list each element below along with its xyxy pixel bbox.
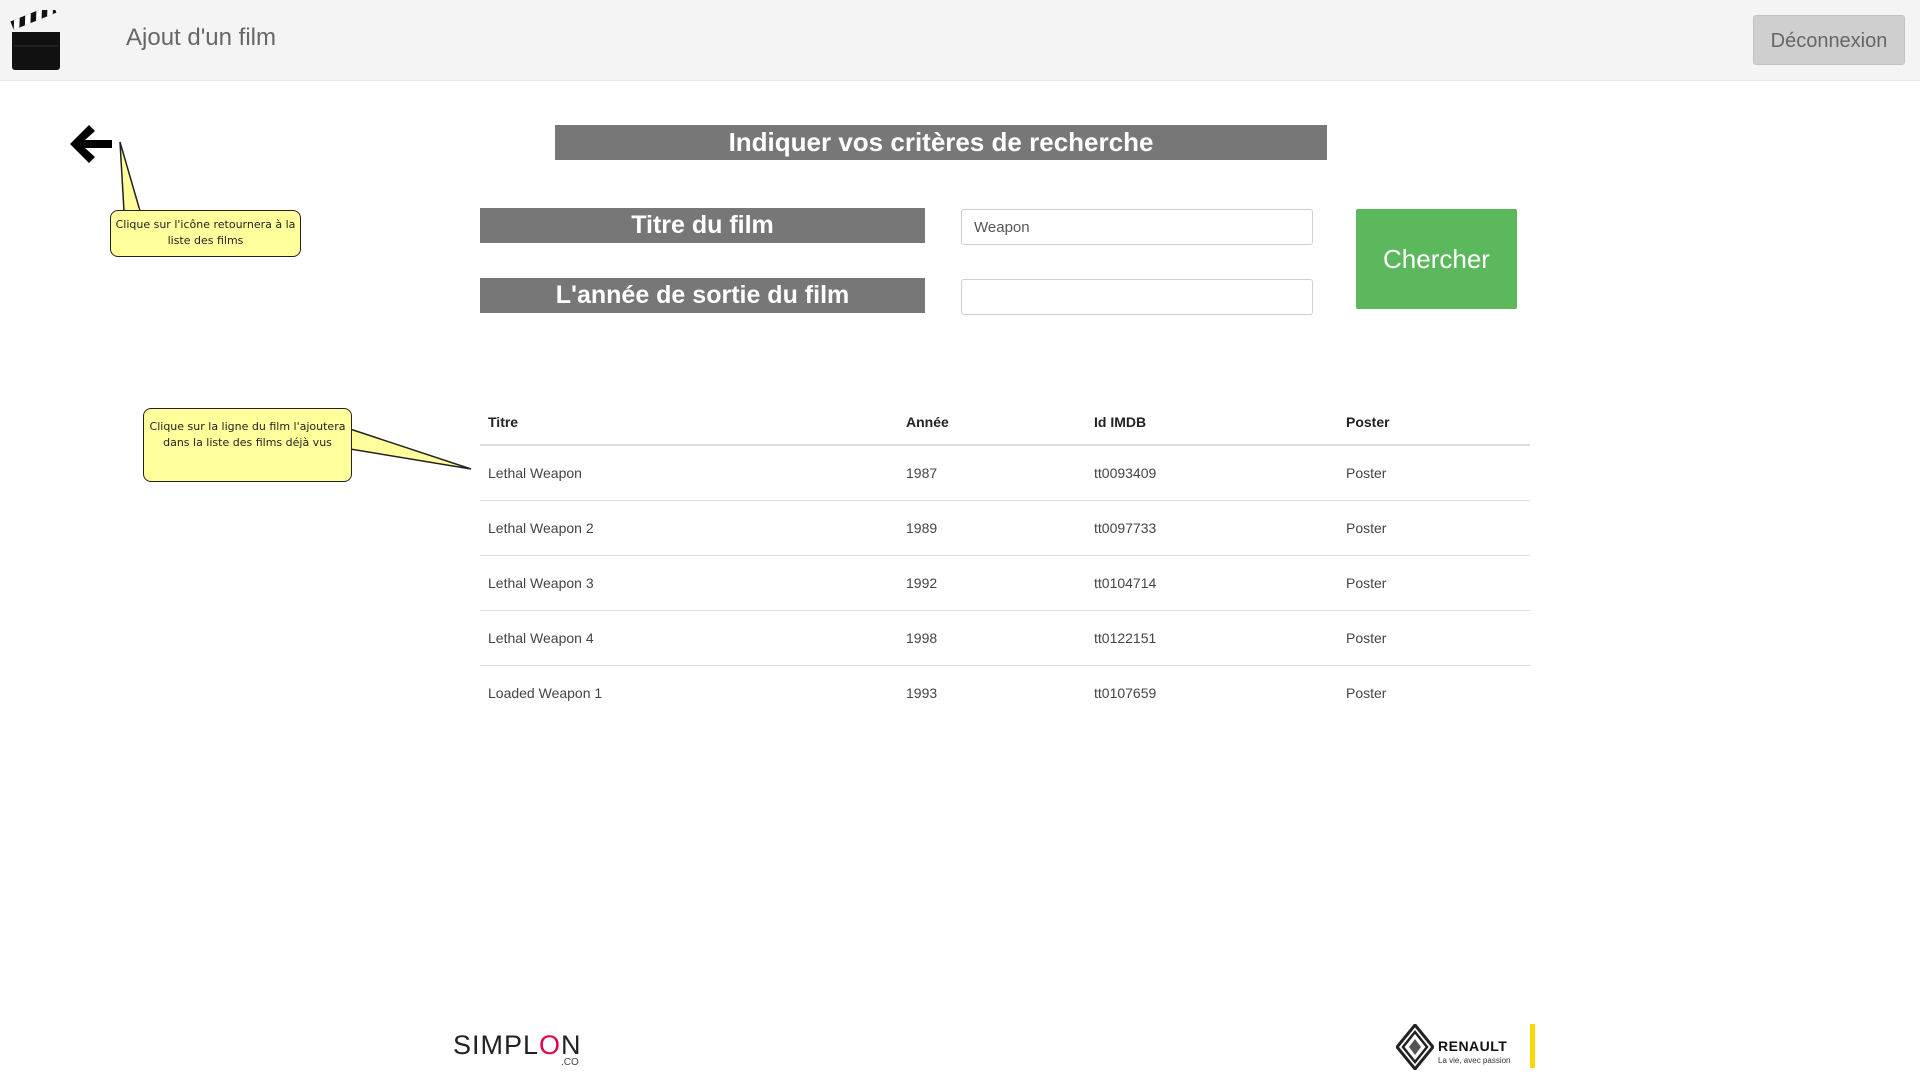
- renault-yellow-bar: [1530, 1024, 1535, 1068]
- table-header-row: Titre Année Id IMDB Poster: [480, 400, 1530, 446]
- callout-row-note: Clique sur la ligne du film l'ajoutera d…: [143, 408, 352, 482]
- cell-poster: Poster: [1338, 555, 1530, 611]
- table-row[interactable]: Lethal Weapon 1987 tt0093409 Poster: [480, 445, 1530, 501]
- cell-title: Lethal Weapon 2: [480, 500, 898, 556]
- page-title: Ajout d'un film: [126, 24, 276, 51]
- cell-year: 1993: [898, 665, 1086, 720]
- simplon-logo: SIMPLON .CO: [453, 1030, 582, 1068]
- cell-imdb: tt0104714: [1086, 555, 1338, 611]
- cell-year: 1989: [898, 500, 1086, 556]
- title-input[interactable]: [961, 209, 1313, 245]
- renault-name: RENAULT: [1438, 1038, 1508, 1054]
- column-header-poster: Poster: [1338, 400, 1530, 446]
- logout-button[interactable]: Déconnexion: [1753, 15, 1905, 65]
- search-criteria-heading: Indiquer vos critères de recherche: [555, 125, 1327, 160]
- cell-year: 1998: [898, 610, 1086, 666]
- renault-logo: RENAULT La vie, avec passion: [1396, 1024, 1538, 1072]
- cell-poster: Poster: [1346, 465, 1387, 481]
- simplon-logo-suffix: .CO: [561, 1057, 579, 1068]
- cell-title: Loaded Weapon 1: [480, 665, 898, 720]
- callout-tail-row: [349, 427, 472, 470]
- cell-title: Lethal Weapon 4: [480, 610, 898, 666]
- callout-back-note: Clique sur l'icône retournera à la liste…: [110, 210, 301, 257]
- renault-tagline: La vie, avec passion: [1438, 1056, 1511, 1065]
- year-input[interactable]: [961, 279, 1313, 315]
- cell-year: 1987: [906, 465, 938, 481]
- table-row[interactable]: Loaded Weapon 1 1993 tt0107659 Poster: [480, 665, 1530, 720]
- cell-poster: Poster: [1338, 665, 1530, 720]
- clapperboard-icon: [10, 10, 60, 70]
- cell-imdb: tt0093409: [1094, 465, 1157, 481]
- cell-poster: Poster: [1338, 610, 1530, 666]
- search-button[interactable]: Chercher: [1356, 209, 1517, 309]
- arrow-left-icon[interactable]: [70, 123, 112, 165]
- table-row[interactable]: Lethal Weapon 2 1989 tt0097733 Poster: [480, 500, 1530, 556]
- simplon-logo-text: SIMPLON: [453, 1030, 582, 1060]
- cell-imdb: tt0097733: [1086, 500, 1338, 556]
- column-header-year: Année: [898, 400, 1086, 446]
- cell-imdb: tt0122151: [1086, 610, 1338, 666]
- cell-title: Lethal Weapon: [488, 465, 582, 481]
- results-table: Titre Année Id IMDB Poster Lethal Weapon…: [480, 400, 1530, 720]
- cell-title: Lethal Weapon 3: [480, 555, 898, 611]
- cell-poster: Poster: [1338, 500, 1530, 556]
- year-label: L'année de sortie du film: [480, 278, 925, 313]
- column-header-title: Titre: [480, 400, 898, 446]
- table-row[interactable]: Lethal Weapon 3 1992 tt0104714 Poster: [480, 555, 1530, 611]
- renault-diamond-icon: [1396, 1024, 1434, 1070]
- cell-imdb: tt0107659: [1086, 665, 1338, 720]
- column-header-imdb: Id IMDB: [1086, 400, 1338, 446]
- title-label: Titre du film: [480, 208, 925, 243]
- callout-tail-back: [119, 141, 141, 212]
- table-row[interactable]: Lethal Weapon 4 1998 tt0122151 Poster: [480, 610, 1530, 666]
- top-bar: Ajout d'un film Déconnexion: [0, 0, 1920, 81]
- cell-year: 1992: [898, 555, 1086, 611]
